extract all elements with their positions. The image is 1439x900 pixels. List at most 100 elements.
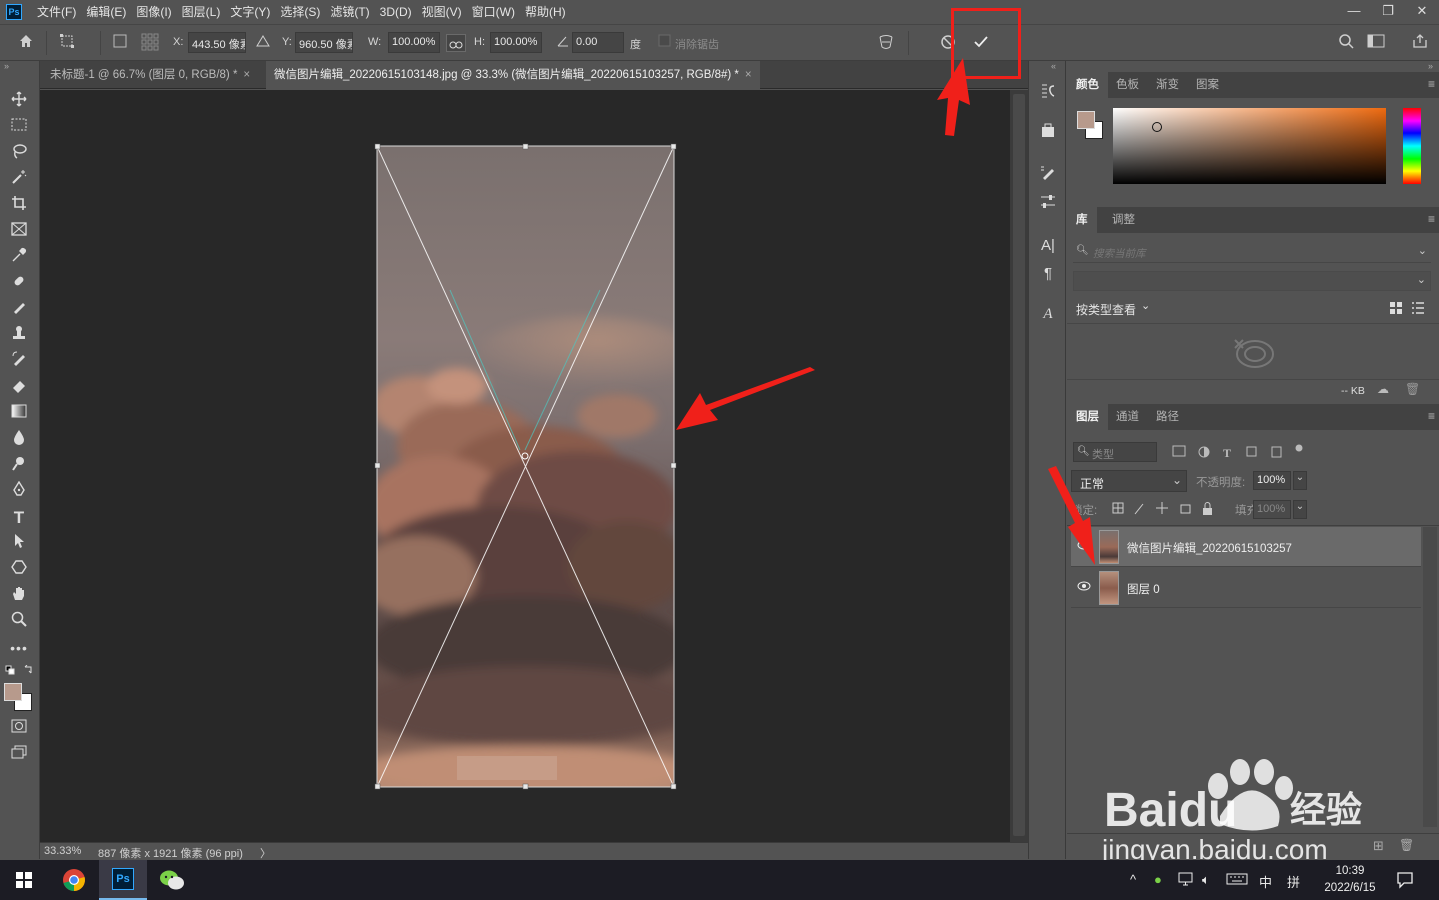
tab-wechat-image[interactable]: 微信图片编辑_20220615103148.jpg @ 33.3% (微信图片编…: [266, 61, 760, 89]
tab-swatches[interactable]: 色板: [1107, 72, 1148, 98]
ime-indicator[interactable]: 中: [1259, 872, 1272, 891]
adjustments-sliders-icon[interactable]: [1037, 193, 1059, 215]
visibility-eye-icon[interactable]: [1076, 580, 1092, 596]
library-select[interactable]: ⌄: [1073, 271, 1431, 291]
delete-layer-icon[interactable]: 🗑︎: [1399, 838, 1414, 852]
shape-tool-icon[interactable]: [7, 559, 31, 581]
lock-icons[interactable]: [1111, 501, 1215, 520]
clone-stamp-tool-icon[interactable]: [7, 325, 31, 347]
brush-settings-icon[interactable]: [1037, 165, 1059, 187]
tab-adjustments[interactable]: 调整: [1103, 207, 1144, 233]
history-panel-icon[interactable]: [1037, 83, 1059, 105]
x-position-field[interactable]: 443.50 像素: [188, 32, 246, 53]
y-position-field[interactable]: 960.50 像素: [295, 32, 353, 53]
menu-image[interactable]: 图像(I): [131, 0, 176, 24]
notification-icon[interactable]: [1396, 871, 1414, 892]
zoom-tool-icon[interactable]: [7, 611, 31, 633]
list-view-icon[interactable]: [1411, 301, 1425, 318]
menu-layer[interactable]: 图层(L): [177, 0, 226, 24]
photoshop-taskbar-icon[interactable]: Ps: [99, 860, 147, 900]
height-field[interactable]: 100.00%: [490, 32, 542, 53]
frame-tool-icon[interactable]: [7, 221, 31, 243]
ime-mode-indicator[interactable]: 拼: [1287, 872, 1300, 891]
tab-patterns[interactable]: 图案: [1187, 72, 1228, 98]
tab-libraries[interactable]: 库: [1067, 207, 1097, 233]
windows-start-button[interactable]: [0, 860, 48, 900]
panel-menu-icon[interactable]: ≡: [1428, 77, 1435, 91]
character-panel-icon[interactable]: A|: [1037, 235, 1059, 257]
pen-tool-icon[interactable]: [7, 480, 31, 503]
brush-tool-icon[interactable]: [7, 299, 31, 321]
close-tab-icon[interactable]: ×: [243, 69, 250, 81]
antialias-checkbox[interactable]: [655, 33, 675, 53]
history-brush-tool-icon[interactable]: [7, 351, 31, 373]
menu-edit[interactable]: 编辑(E): [81, 0, 131, 24]
menu-type[interactable]: 文字(Y): [225, 0, 275, 24]
tab-color[interactable]: 颜色: [1067, 72, 1108, 98]
cloud-sync-icon[interactable]: ☁: [1377, 382, 1389, 396]
menu-select[interactable]: 选择(S): [275, 0, 325, 24]
opacity-dropdown-icon[interactable]: ⌄: [1293, 471, 1307, 490]
screen-mode-icon[interactable]: [7, 744, 31, 766]
close-window-button[interactable]: ✕: [1405, 0, 1439, 22]
glyphs-panel-icon[interactable]: A: [1037, 303, 1059, 325]
color-picker-cursor[interactable]: [1152, 122, 1162, 132]
close-tab-icon[interactable]: ×: [745, 69, 752, 81]
collapse-dock-icon[interactable]: «: [1051, 61, 1056, 71]
tab-gradients[interactable]: 渐变: [1147, 72, 1188, 98]
reference-point[interactable]: [521, 452, 529, 460]
gradient-tool-icon[interactable]: [7, 403, 31, 425]
tab-layers[interactable]: 图层: [1067, 404, 1108, 430]
chrome-taskbar-icon[interactable]: [50, 860, 98, 900]
marquee-tool-icon[interactable]: [7, 117, 31, 139]
wechat-taskbar-icon[interactable]: [148, 860, 196, 900]
expand-panels-icon[interactable]: »: [1428, 61, 1433, 71]
grid-view-icon[interactable]: [1389, 301, 1403, 318]
panel-menu-icon[interactable]: ≡: [1428, 212, 1435, 226]
reference-point-checkbox[interactable]: [110, 33, 130, 53]
warp-icon[interactable]: [876, 33, 896, 53]
width-field[interactable]: 100.00%: [388, 32, 440, 53]
tab-untitled-1[interactable]: 未标题-1 @ 66.7% (图层 0, RGB/8) * ×: [42, 61, 258, 89]
menu-view[interactable]: 视图(V): [417, 0, 467, 24]
menu-3d[interactable]: 3D(D): [375, 0, 417, 24]
delta-icon[interactable]: [253, 33, 273, 53]
blur-tool-icon[interactable]: [7, 429, 31, 451]
menu-help[interactable]: 帮助(H): [520, 0, 571, 24]
layer-row-layer-0[interactable]: 图层 0: [1071, 568, 1421, 608]
trash-icon[interactable]: 🗑︎: [1405, 382, 1420, 396]
color-swatches[interactable]: [4, 683, 34, 713]
dodge-tool-icon[interactable]: [7, 455, 31, 477]
library-search[interactable]: 🔍︎ 搜索当前库 ⌄: [1073, 241, 1431, 263]
search-icon[interactable]: [1336, 33, 1356, 53]
link-icon[interactable]: [446, 34, 466, 52]
chevron-down-icon[interactable]: ⌄: [1141, 299, 1150, 312]
keyboard-icon[interactable]: [1226, 872, 1248, 889]
restore-button[interactable]: ❐: [1371, 0, 1405, 22]
menu-window[interactable]: 窗口(W): [467, 0, 520, 24]
chevron-down-icon[interactable]: ⌄: [1417, 273, 1426, 286]
paragraph-panel-icon[interactable]: ¶: [1037, 263, 1059, 285]
transform-bounding-box[interactable]: [370, 140, 682, 794]
minimize-button[interactable]: —: [1337, 0, 1371, 22]
magic-wand-tool-icon[interactable]: [7, 169, 31, 191]
rotation-field[interactable]: 0.00: [572, 32, 624, 53]
layer-filter-kind[interactable]: 🔍︎ 类型: [1073, 442, 1157, 462]
properties-panel-icon[interactable]: [1037, 123, 1059, 145]
fg-bg-colors[interactable]: [1077, 111, 1105, 141]
tab-paths[interactable]: 路径: [1147, 404, 1188, 430]
default-colors-icon[interactable]: [3, 662, 37, 684]
hue-slider[interactable]: [1403, 108, 1421, 184]
eyedropper-tool-icon[interactable]: [7, 247, 31, 269]
vertical-scrollbar[interactable]: [1010, 90, 1028, 842]
tab-channels[interactable]: 通道: [1107, 404, 1148, 430]
chevron-down-icon[interactable]: ⌄: [1418, 244, 1427, 257]
lasso-tool-icon[interactable]: [7, 143, 31, 165]
menu-filter[interactable]: 滤镜(T): [325, 0, 374, 24]
foreground-color-swatch[interactable]: [4, 683, 22, 701]
crop-tool-icon[interactable]: [7, 195, 31, 217]
workspace-icon[interactable]: [1366, 33, 1386, 53]
panel-foreground-swatch[interactable]: [1077, 111, 1095, 129]
type-tool-icon[interactable]: T: [7, 507, 31, 529]
network-icon[interactable]: [1178, 872, 1194, 889]
